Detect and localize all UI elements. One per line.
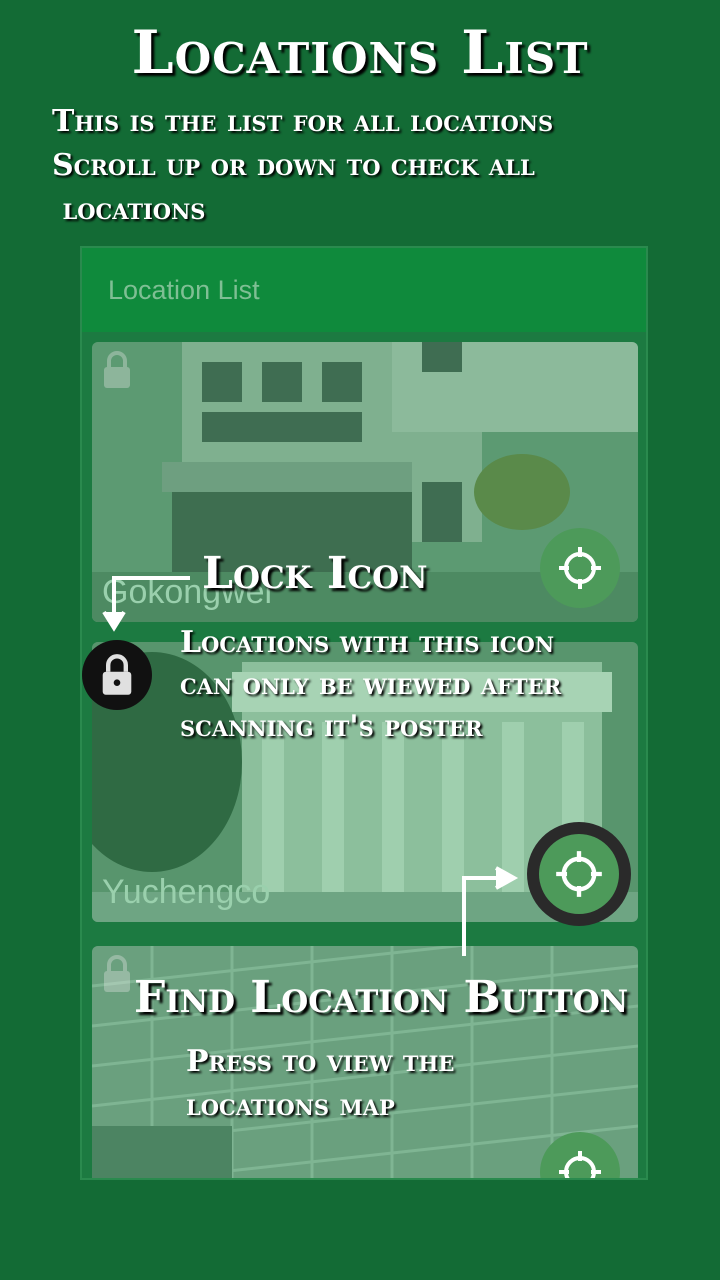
crosshair-icon — [559, 1151, 601, 1178]
lock-icon — [102, 654, 132, 695]
lock-icon-caption: Lock Icon — [202, 548, 428, 599]
find-location-button[interactable] — [539, 834, 619, 914]
crosshair-icon — [556, 851, 602, 897]
tutorial-title: Locations List — [131, 18, 589, 88]
crosshair-icon — [559, 547, 601, 589]
subtitle-line: Scroll up or down to check all — [52, 148, 535, 183]
desc-line: Locations with this icon — [180, 625, 555, 660]
location-name: Yuchengco — [102, 873, 271, 911]
desc-line: locations map — [186, 1088, 395, 1123]
subtitle-line: locations — [52, 192, 206, 227]
lock-icon — [104, 955, 130, 992]
lock-icon-description: Locations with this icon can only be wie… — [180, 622, 710, 748]
lock-icon-highlight — [82, 640, 152, 710]
find-button-description: Press to view the locations map — [186, 1040, 686, 1128]
desc-line: scanning it's poster — [180, 709, 483, 744]
find-button-caption: Find Location Button — [134, 972, 629, 1023]
find-location-button[interactable] — [540, 528, 620, 608]
find-button-highlight[interactable] — [527, 822, 631, 926]
subtitle-line: This is the list for all locations — [52, 104, 554, 139]
desc-line: Press to view the — [186, 1044, 455, 1079]
tutorial-subtitle: This is the list for all locations Scrol… — [52, 100, 692, 232]
desc-line: can only be wiewed after — [180, 667, 562, 702]
app-toolbar: Location List — [82, 248, 646, 332]
lock-icon — [104, 351, 130, 388]
toolbar-title: Location List — [108, 274, 260, 305]
